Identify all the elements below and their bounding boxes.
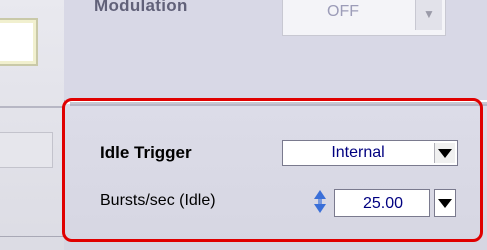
highlight-frame <box>62 98 483 242</box>
modulation-panel: Modulation OFF ▼ <box>64 0 487 100</box>
modulation-dropdown[interactable]: OFF ▼ <box>282 0 446 36</box>
left-bottom-line <box>0 236 64 237</box>
left-divider <box>0 106 64 108</box>
chevron-down-icon: ▼ <box>423 7 435 21</box>
left-panel <box>0 0 65 250</box>
left-text-field[interactable] <box>0 18 38 66</box>
modulation-label: Modulation <box>94 0 188 15</box>
modulation-value: OFF <box>327 3 359 20</box>
left-box <box>0 132 53 168</box>
modulation-dropdown-button[interactable]: ▼ <box>415 0 442 30</box>
